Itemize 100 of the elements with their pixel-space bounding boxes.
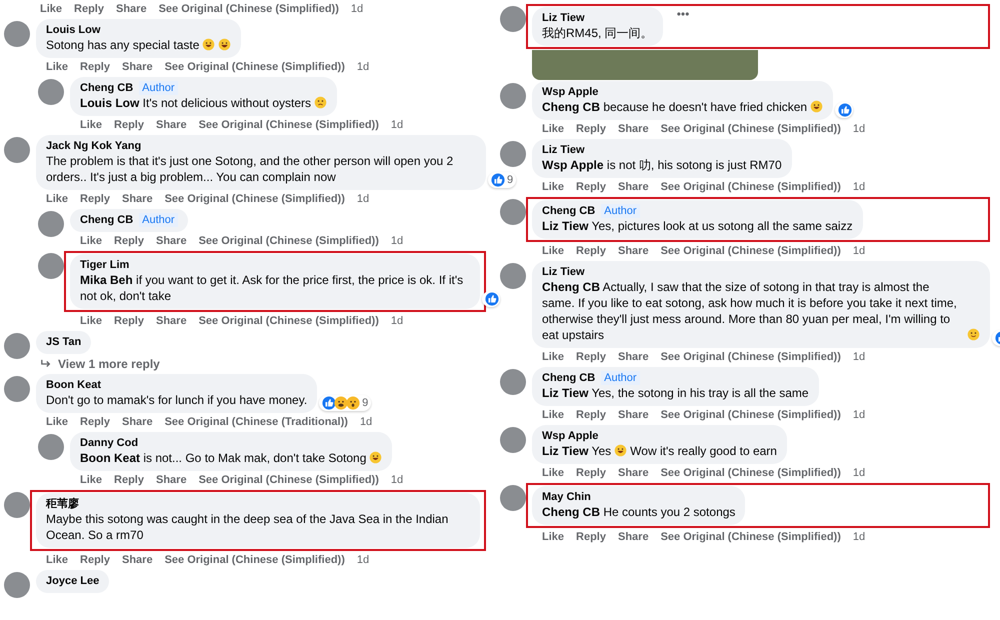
avatar-icon[interactable] — [500, 369, 526, 395]
action-link[interactable]: Reply — [114, 118, 144, 133]
action-link[interactable]: Share — [156, 473, 187, 488]
action-link[interactable]: Share — [122, 192, 153, 207]
reaction-badge[interactable] — [482, 291, 500, 307]
avatar-icon[interactable] — [4, 333, 30, 359]
action-link[interactable]: See Original (Chinese (Simplified)) — [164, 553, 345, 568]
action-link[interactable]: Reply — [114, 234, 144, 249]
action-link[interactable]: See Original (Chinese (Simplified)) — [164, 192, 345, 207]
commenter-name[interactable]: Liz Tiew — [542, 265, 585, 279]
commenter-name[interactable]: Liz Tiew — [542, 11, 585, 25]
action-link[interactable]: Reply — [576, 466, 606, 481]
action-link[interactable]: Like — [542, 122, 564, 137]
commenter-name[interactable]: Liz Tiew — [542, 143, 585, 157]
action-link[interactable]: Share — [618, 244, 649, 259]
commenter-name[interactable]: Boon Keat — [46, 378, 101, 392]
action-link[interactable]: Reply — [576, 408, 606, 423]
commenter-name[interactable]: 秬苇廖 — [46, 497, 79, 511]
commenter-name[interactable]: Wsp Apple — [542, 429, 598, 443]
action-link[interactable]: Share — [618, 180, 649, 195]
action-link[interactable]: Reply — [576, 122, 606, 137]
commenter-name[interactable]: JS Tan — [46, 335, 82, 349]
action-link[interactable]: Like — [80, 314, 102, 329]
avatar-icon[interactable] — [4, 572, 30, 598]
action-link[interactable]: Share — [156, 118, 187, 133]
action-link[interactable]: Like — [40, 2, 62, 17]
action-link[interactable]: Like — [46, 553, 68, 568]
action-link[interactable]: See Original (Chinese (Simplified)) — [198, 118, 379, 133]
action-link[interactable]: See Original (Chinese (Simplified)) — [198, 234, 379, 249]
action-link[interactable]: Reply — [80, 415, 110, 430]
avatar-icon[interactable] — [500, 6, 526, 32]
action-link[interactable]: See Original (Chinese (Simplified)) — [660, 122, 841, 137]
action-link[interactable]: Reply — [576, 350, 606, 365]
action-link[interactable]: Share — [122, 415, 153, 430]
commenter-name[interactable]: May Chin — [542, 490, 591, 504]
commenter-name[interactable]: Cheng CB — [80, 81, 134, 95]
action-link[interactable]: Like — [80, 118, 102, 133]
commenter-name[interactable]: Joyce Lee — [46, 574, 100, 588]
avatar-icon[interactable] — [4, 21, 30, 47]
reaction-badge[interactable]: 9 — [319, 395, 372, 411]
avatar-icon[interactable] — [500, 427, 526, 453]
action-link[interactable]: Reply — [576, 530, 606, 545]
action-link[interactable]: See Original (Chinese (Simplified)) — [660, 466, 841, 481]
avatar-icon[interactable] — [38, 434, 64, 460]
action-link[interactable]: Share — [618, 122, 649, 137]
avatar-icon[interactable] — [500, 83, 526, 109]
action-link[interactable]: Like — [542, 350, 564, 365]
commenter-name[interactable]: Wsp Apple — [542, 85, 598, 99]
avatar-icon[interactable] — [38, 253, 64, 279]
action-link[interactable]: Share — [156, 234, 187, 249]
action-link[interactable]: Reply — [114, 473, 144, 488]
action-link[interactable]: Reply — [576, 180, 606, 195]
action-link[interactable]: See Original (Chinese (Simplified)) — [660, 530, 841, 545]
action-link[interactable]: Reply — [114, 314, 144, 329]
avatar-icon[interactable] — [500, 199, 526, 225]
avatar-icon[interactable] — [500, 485, 526, 511]
action-link[interactable]: See Original (Chinese (Simplified)) — [660, 180, 841, 195]
reaction-badge[interactable]: 9 — [488, 172, 516, 188]
commenter-name[interactable]: Tiger Lim — [80, 258, 130, 272]
action-link[interactable]: Like — [542, 180, 564, 195]
action-link[interactable]: Share — [618, 466, 649, 481]
action-link[interactable]: Share — [618, 530, 649, 545]
action-link[interactable]: Share — [618, 408, 649, 423]
action-link[interactable]: Like — [80, 473, 102, 488]
action-link[interactable]: Share — [156, 314, 187, 329]
action-link[interactable]: Like — [46, 192, 68, 207]
more-options-button[interactable]: ••• — [676, 7, 690, 21]
action-link[interactable]: See Original (Chinese (Simplified)) — [660, 408, 841, 423]
action-link[interactable]: See Original (Chinese (Simplified)) — [158, 2, 339, 17]
commenter-name[interactable]: Cheng CB — [542, 204, 596, 218]
action-link[interactable]: Reply — [80, 192, 110, 207]
action-link[interactable]: Reply — [80, 60, 110, 75]
action-link[interactable]: See Original (Chinese (Traditional)) — [164, 415, 348, 430]
action-link[interactable]: Like — [542, 408, 564, 423]
reaction-badge[interactable] — [835, 102, 854, 118]
avatar-icon[interactable] — [4, 376, 30, 402]
action-link[interactable]: Share — [618, 350, 649, 365]
commenter-name[interactable]: Jack Ng Kok Yang — [46, 139, 142, 153]
avatar-icon[interactable] — [500, 141, 526, 167]
action-link[interactable]: Reply — [80, 553, 110, 568]
commenter-name[interactable]: Cheng CB — [542, 371, 596, 385]
action-link[interactable]: See Original (Chinese (Simplified)) — [198, 314, 379, 329]
avatar-icon[interactable] — [4, 137, 30, 163]
action-link[interactable]: Share — [122, 553, 153, 568]
avatar-icon[interactable] — [4, 492, 30, 518]
action-link[interactable]: See Original (Chinese (Simplified)) — [164, 60, 345, 75]
action-link[interactable]: Like — [542, 466, 564, 481]
commenter-name[interactable]: Danny Cod — [80, 436, 138, 450]
action-link[interactable]: Reply — [576, 244, 606, 259]
commenter-name[interactable]: Louis Low — [46, 23, 100, 37]
view-replies-link[interactable]: View 1 more reply — [40, 357, 486, 371]
action-link[interactable]: See Original (Chinese (Simplified)) — [660, 244, 841, 259]
action-link[interactable]: Reply — [74, 2, 104, 17]
action-link[interactable]: Share — [116, 2, 147, 17]
action-link[interactable]: See Original (Chinese (Simplified)) — [198, 473, 379, 488]
action-link[interactable]: See Original (Chinese (Simplified)) — [660, 350, 841, 365]
avatar-icon[interactable] — [38, 211, 64, 237]
action-link[interactable]: Like — [542, 244, 564, 259]
avatar-icon[interactable] — [38, 79, 64, 105]
action-link[interactable]: Like — [542, 530, 564, 545]
